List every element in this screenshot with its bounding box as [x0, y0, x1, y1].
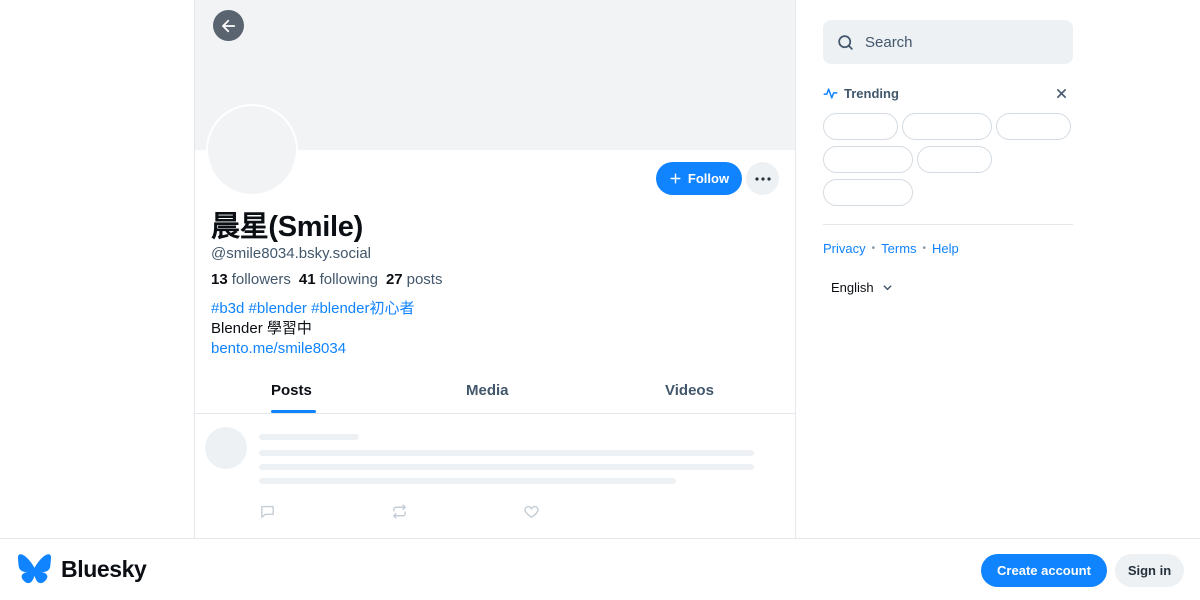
repost-icon[interactable]: [390, 502, 408, 520]
tab-videos[interactable]: Videos: [665, 368, 714, 414]
following-label: following: [319, 271, 378, 288]
following-stat[interactable]: 41 following: [299, 271, 378, 288]
profile-handle: @smile8034.bsky.social: [211, 245, 372, 262]
trending-topic-pill[interactable]: [823, 113, 898, 140]
skeleton-line: [259, 464, 754, 470]
bio-tags: #b3d #blender #blender初心者: [211, 299, 415, 319]
active-tab-indicator: [271, 410, 316, 413]
hashtag-link[interactable]: #b3d: [211, 300, 244, 317]
language-select[interactable]: English: [831, 280, 893, 295]
trending-topic-pill[interactable]: [917, 146, 992, 173]
close-icon: [1056, 88, 1066, 98]
hashtag-link[interactable]: #blender: [249, 300, 307, 317]
hashtag-link[interactable]: #blender初心者: [311, 300, 414, 317]
separator-dot: •: [871, 243, 876, 254]
privacy-link[interactable]: Privacy: [823, 241, 866, 256]
tab-media[interactable]: Media: [466, 368, 509, 414]
bottom-bar: Bluesky Create account Sign in: [0, 538, 1200, 600]
follow-button[interactable]: Follow: [656, 162, 742, 195]
trending-topic-pill[interactable]: [902, 113, 992, 140]
plus-icon: [670, 173, 681, 184]
posts-stat: 27 posts: [386, 271, 443, 288]
profile-stats: 13 followers 41 following 27 posts: [211, 271, 442, 288]
profile-avatar[interactable]: [206, 104, 298, 196]
trending-title: Trending: [844, 85, 899, 101]
separator-dot: •: [922, 243, 927, 254]
profile-bio: #b3d #blender #blender初心者 Blender 學習中 be…: [211, 299, 415, 359]
brand-name: Bluesky: [61, 555, 147, 582]
trending-header: Trending: [823, 84, 1073, 102]
sign-in-button[interactable]: Sign in: [1115, 554, 1184, 587]
follow-button-label: Follow: [687, 171, 730, 186]
reply-icon[interactable]: [258, 502, 276, 520]
trending-topic-pill[interactable]: [996, 113, 1071, 140]
back-button[interactable]: [213, 10, 244, 41]
bio-text: Blender 學習中: [211, 320, 312, 337]
bio-link[interactable]: bento.me/smile8034: [211, 339, 415, 359]
followers-count: 13: [211, 271, 228, 288]
search-input[interactable]: [865, 33, 1045, 51]
ellipsis-icon: [754, 176, 771, 181]
posts-count: 27: [385, 271, 403, 288]
arrow-left-icon: [221, 19, 235, 32]
heart-icon[interactable]: [522, 502, 540, 520]
skeleton-avatar: [205, 427, 247, 469]
followers-stat[interactable]: 13 followers: [211, 271, 291, 288]
more-options-button[interactable]: [746, 162, 779, 195]
posts-label: posts: [406, 271, 443, 288]
following-count: 41: [298, 271, 316, 288]
sidebar-divider: [823, 224, 1073, 225]
brand-home-link[interactable]: Bluesky: [18, 554, 147, 584]
search-icon: [838, 34, 853, 50]
help-link[interactable]: Help: [932, 241, 959, 256]
profile-column: Follow 晨星(Smile) @smile8034.bsky.social …: [194, 0, 796, 538]
trending-topic-pill[interactable]: [823, 179, 913, 206]
skeleton-line: [259, 450, 754, 456]
followers-label: followers: [231, 271, 291, 288]
trending-topic-pill[interactable]: [823, 146, 913, 173]
trending-icon: [823, 87, 838, 99]
profile-tabs: Posts Media Videos: [195, 368, 795, 414]
language-label: English: [831, 280, 874, 295]
search-box[interactable]: [823, 20, 1073, 64]
skeleton-line: [259, 478, 676, 484]
display-name: 晨星(Smile): [211, 211, 363, 243]
butterfly-logo-icon: [18, 554, 51, 584]
chevron-down-icon: [883, 285, 892, 291]
footer-links: Privacy • Terms • Help: [823, 241, 959, 256]
tab-posts[interactable]: Posts: [271, 368, 312, 414]
skeleton-line: [259, 434, 359, 440]
terms-link[interactable]: Terms: [881, 241, 916, 256]
trending-close-button[interactable]: [1053, 85, 1069, 101]
create-account-button[interactable]: Create account: [981, 554, 1107, 587]
